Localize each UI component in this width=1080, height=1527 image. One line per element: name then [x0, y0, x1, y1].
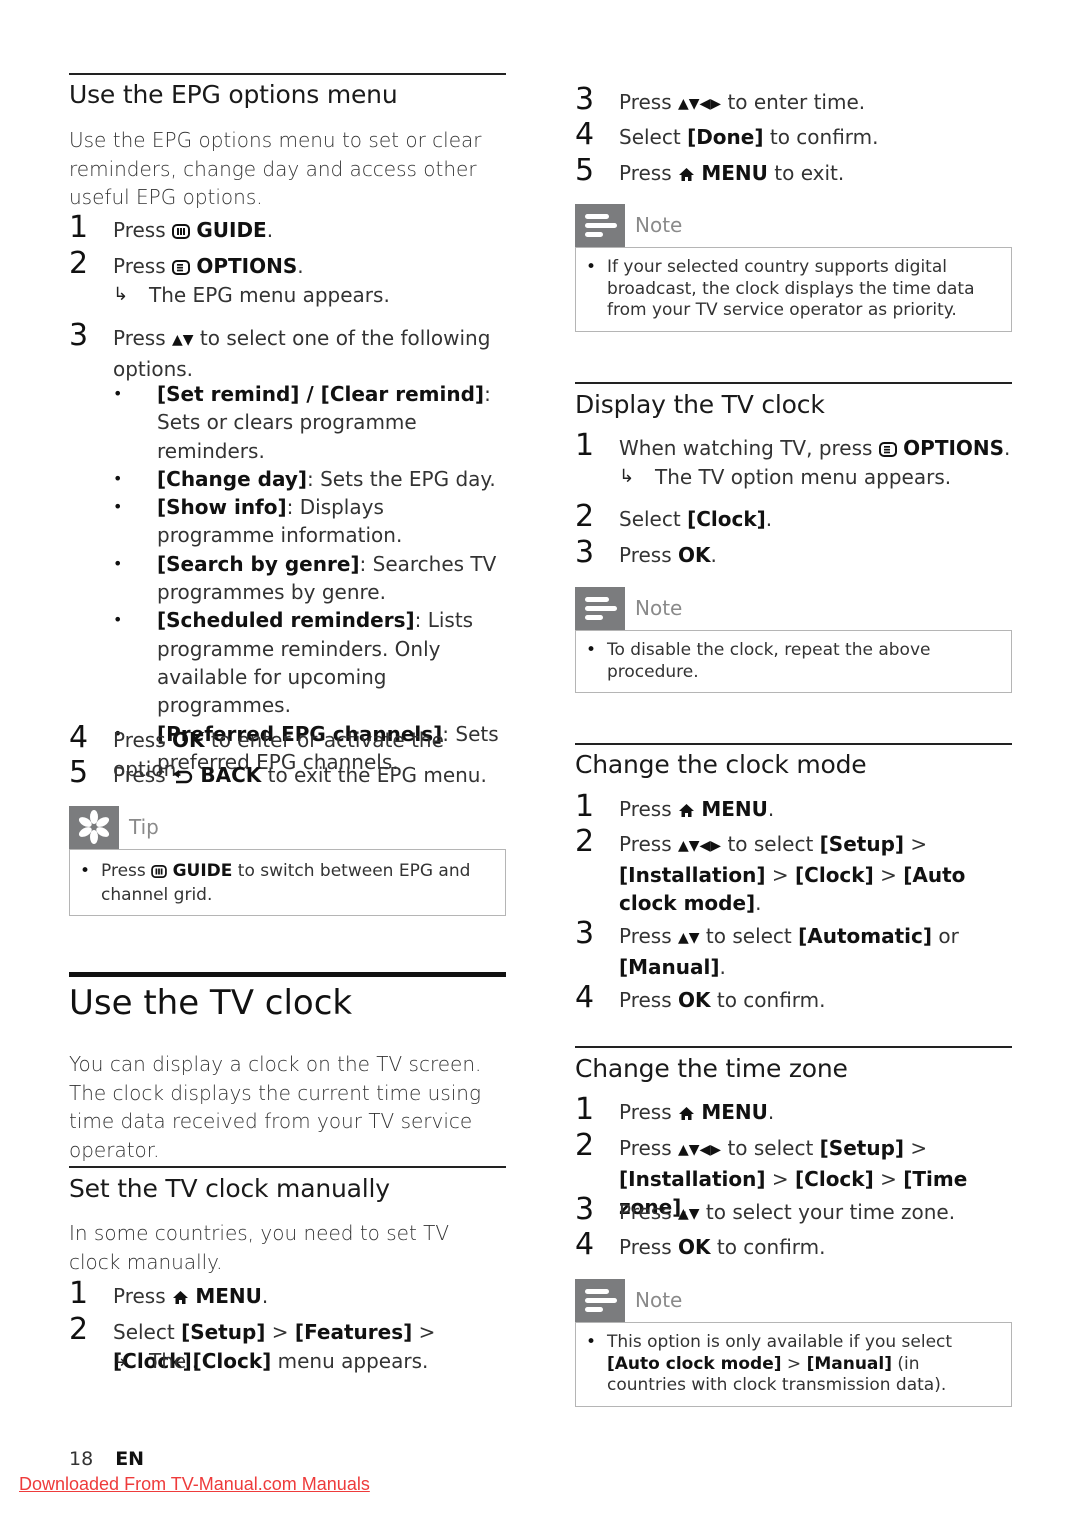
home-menu-icon	[172, 1284, 189, 1313]
home-menu-icon	[678, 797, 695, 826]
zone-step-4: 4 Press OK to confirm.	[575, 1227, 826, 1262]
step-number: 2	[69, 1312, 89, 1347]
mode-step-2: 2 Press ▲▼◀▶ to select [Setup] > [Instal…	[575, 824, 1012, 918]
heading-use-tv-clock: Use the TV clock	[69, 983, 353, 1023]
step-number: 3	[575, 82, 595, 117]
section-divider	[575, 382, 1012, 384]
arrow-keys-icon: ▲▼◀▶	[678, 838, 722, 854]
page-footer: 18 EN	[69, 1448, 144, 1470]
manual-intro: In some countries, you need to set TV cl…	[69, 1221, 450, 1274]
result-arrow-icon: ↳	[113, 1350, 129, 1371]
tip-callout: Tip • Press GUIDE to switch between EPG …	[69, 806, 506, 916]
note-callout: Note • If your selected country supports …	[575, 204, 1012, 332]
result-arrow-icon: ↳	[113, 284, 129, 305]
heading-epg-options: Use the EPG options menu	[69, 80, 398, 109]
options-icon	[878, 436, 897, 465]
step-number: 1	[69, 210, 89, 245]
clock-intro: You can display a clock on the TV screen…	[69, 1052, 482, 1162]
note-lines-icon	[575, 1279, 625, 1322]
epg-step-3: 3 Press ▲▼ to select one of the followin…	[69, 318, 506, 383]
home-menu-icon	[678, 1100, 695, 1129]
step-number: 3	[575, 1192, 595, 1227]
arrow-keys-icon: ▲▼◀▶	[678, 1142, 722, 1158]
epg-intro: Use the EPG options menu to set or clear…	[69, 128, 482, 209]
manual-step-2-result: ↳ The [Clock] menu appears.	[113, 1349, 429, 1373]
display-step-2: 2 Select [Clock].	[575, 499, 773, 534]
note-body: • This option is only available if you s…	[575, 1322, 1012, 1407]
step-number: 2	[575, 499, 595, 534]
heading-change-clock-mode: Change the clock mode	[575, 750, 867, 779]
note-callout: Note • This option is only available if …	[575, 1279, 1012, 1407]
section-divider	[575, 1046, 1012, 1048]
option-item: • [Search by genre]: Searches TV programm…	[113, 551, 497, 605]
manual-step-1: 1 Press MENU.	[69, 1276, 269, 1313]
epg-step-2-result: ↳ The EPG menu appears.	[113, 283, 390, 307]
chapter-divider	[69, 972, 506, 977]
note-lines-icon	[575, 587, 625, 630]
section-divider	[69, 73, 506, 75]
manual-step-4: 4 Select [Done] to confirm.	[575, 117, 879, 152]
option-item: • [Show info]: Displays programme informa…	[113, 495, 403, 548]
step-number: 1	[575, 428, 595, 463]
epg-step-2: 2 Press OPTIONS.	[69, 246, 304, 283]
home-menu-icon	[678, 161, 695, 190]
step-number: 4	[575, 117, 595, 152]
up-down-arrows-icon: ▲▼	[678, 930, 700, 946]
option-item: • [Scheduled reminders]: Lists programme …	[113, 608, 474, 718]
heading-display-tv-clock: Display the TV clock	[575, 390, 825, 419]
display-step-1-result: ↳ The TV option menu appears.	[619, 465, 952, 489]
option-item: • [Set remind] / [Clear remind]: Sets or …	[113, 382, 491, 463]
note-callout: Note • To disable the clock, repeat the a…	[575, 587, 1012, 693]
section-divider	[575, 743, 1012, 745]
display-step-1: 1 When watching TV, press OPTIONS.	[575, 428, 1011, 465]
section-divider	[69, 1166, 506, 1168]
step-number: 1	[575, 1092, 595, 1127]
step-number: 4	[575, 1227, 595, 1262]
zone-step-1: 1 Press MENU.	[575, 1092, 775, 1129]
manual-step-3: 3 Press ▲▼◀▶ to enter time.	[575, 82, 866, 117]
step-number: 3	[69, 318, 89, 353]
up-down-arrows-icon: ▲▼	[678, 1206, 700, 1222]
step-number: 1	[69, 1276, 89, 1311]
page-number: 18	[69, 1448, 94, 1470]
step-number: 1	[575, 789, 595, 824]
epg-options-list: • [Set remind] / [Clear remind]: Sets or …	[113, 380, 506, 776]
heading-change-time-zone: Change the time zone	[575, 1054, 848, 1083]
tip-body: • Press GUIDE to switch between EPG and …	[69, 849, 506, 916]
back-icon	[172, 763, 194, 792]
guide-icon	[151, 863, 167, 885]
tip-label: Tip	[129, 815, 159, 839]
step-number: 5	[575, 153, 595, 188]
step-number: 4	[575, 980, 595, 1015]
heading-set-clock-manually: Set the TV clock manually	[69, 1174, 390, 1203]
step-number: 2	[69, 246, 89, 281]
mode-step-3: 3 Press ▲▼ to select [Automatic] or [Man…	[575, 916, 1012, 981]
mode-step-4: 4 Press OK to confirm.	[575, 980, 826, 1015]
step-number: 2	[575, 824, 595, 859]
arrow-keys-icon: ▲▼◀▶	[678, 96, 722, 112]
display-step-3: 3 Press OK.	[575, 535, 717, 570]
mode-step-1: 1 Press MENU.	[575, 789, 775, 826]
manual-step-5: 5 Press MENU to exit.	[575, 153, 845, 190]
guide-icon	[172, 218, 190, 247]
note-body: • To disable the clock, repeat the above …	[575, 630, 1012, 693]
up-down-arrows-icon: ▲▼	[172, 332, 194, 348]
result-arrow-icon: ↳	[619, 466, 635, 487]
epg-step-5: 5 Press BACK to exit the EPG menu.	[69, 755, 487, 792]
zone-step-3: 3 Press ▲▼ to select your time zone.	[575, 1192, 956, 1227]
options-icon	[172, 254, 190, 283]
step-number: 3	[575, 916, 595, 951]
epg-step-1: 1 Press GUIDE.	[69, 210, 274, 247]
language-code: EN	[115, 1448, 145, 1470]
tip-asterisk-icon	[69, 806, 119, 849]
download-source-link[interactable]: Downloaded From TV-Manual.com Manuals	[19, 1474, 370, 1495]
step-number: 3	[575, 535, 595, 570]
note-lines-icon	[575, 204, 625, 247]
step-number: 5	[69, 755, 89, 790]
note-body: • If your selected country supports digit…	[575, 247, 1012, 332]
option-item: • [Change day]: Sets the EPG day.	[113, 466, 496, 491]
